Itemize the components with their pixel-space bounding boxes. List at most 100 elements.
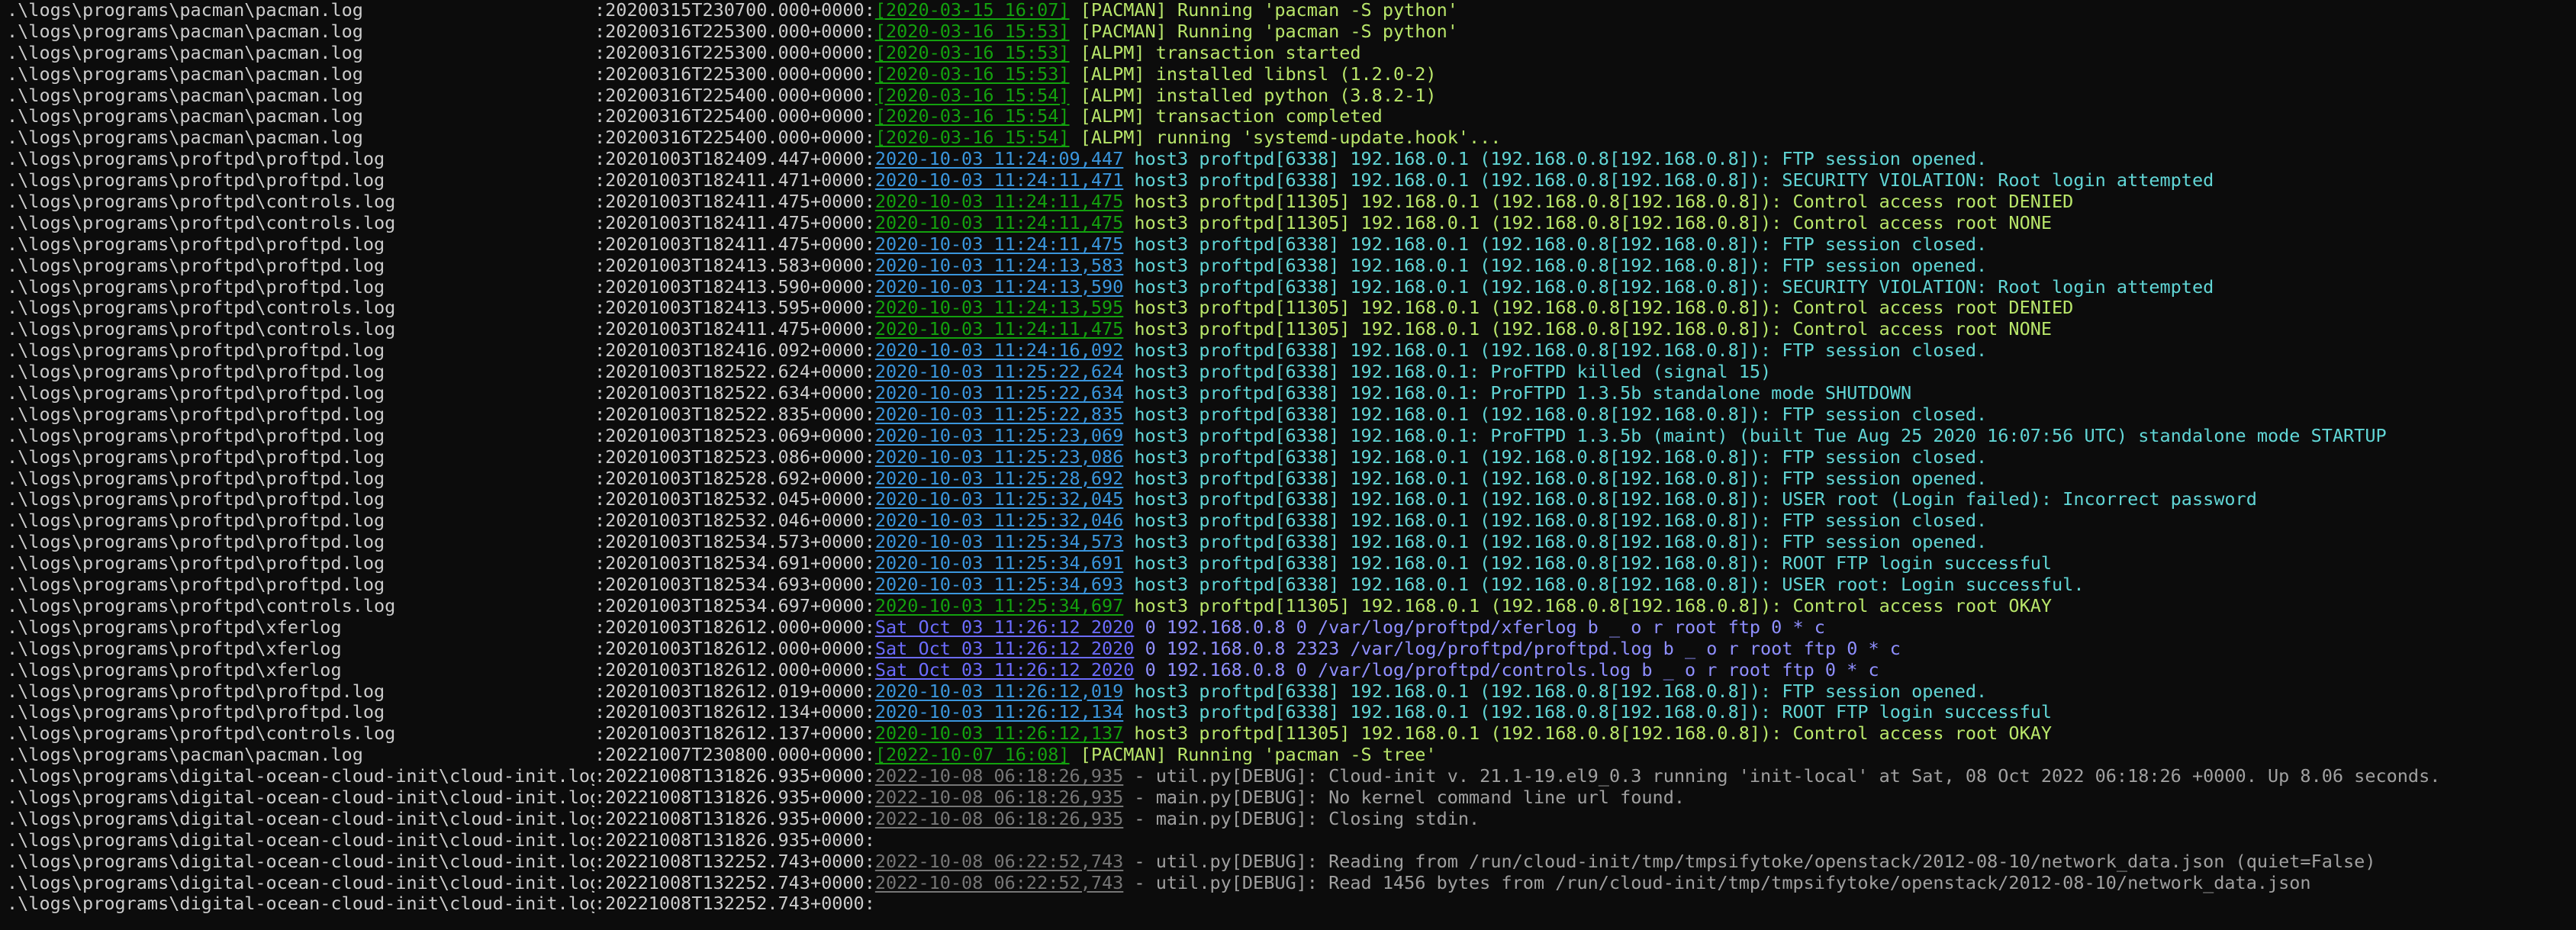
log-message: host3 proftpd[6338] 192.168.0.1 (192.168…: [1123, 255, 1988, 276]
log-entry-date: 2020-10-03 11:25:32,045: [874, 489, 1124, 510]
log-entry-date: [2020-03-16 15:54]: [874, 127, 1070, 149]
log-line: .\logs\programs\proftpd\xferlog :20201003…: [7, 639, 2576, 660]
log-message: host3 proftpd[6338] 192.168.0.1 (192.168…: [1123, 510, 1988, 532]
log-timestamp: :20221008T131826.935+0000:: [594, 808, 875, 829]
log-message: host3 proftpd[6338] 192.168.0.1: ProFTPD…: [1123, 383, 1912, 404]
log-timestamp: :20201003T182534.697+0000:: [594, 595, 875, 616]
log-line: .\logs\programs\pacman\pacman.log :202003…: [7, 127, 2576, 149]
log-line: .\logs\programs\proftpd\controls.log:202…: [7, 319, 2576, 340]
log-line: .\logs\programs\proftpd\controls.log:202…: [7, 191, 2576, 213]
log-message: 0 192.168.0.8 0 /var/log/proftpd/control…: [1134, 659, 1879, 681]
log-file-path: .\logs\programs\pacman\pacman.log: [7, 63, 363, 85]
log-timestamp: :20200316T225300.000+0000:: [594, 63, 875, 85]
log-file-path: .\logs\programs\proftpd\xferlog: [7, 638, 342, 659]
log-timestamp: :20201003T182612.000+0000:: [594, 659, 875, 681]
log-message: host3 proftpd[6338] 192.168.0.1 (192.168…: [1123, 532, 1988, 553]
log-file-path: .\logs\programs\proftpd\proftpd.log: [7, 574, 385, 596]
log-line: .\logs\programs\digital-ocean-cloud-init…: [7, 851, 2576, 873]
log-entry-date: 2020-10-03 11:26:12,137: [874, 723, 1124, 745]
log-message: host3 proftpd[6338] 192.168.0.1 (192.168…: [1123, 404, 1988, 425]
log-message: host3 proftpd[6338] 192.168.0.1 (192.168…: [1123, 468, 1988, 489]
log-entry-date: 2020-10-03 11:24:11,475: [874, 319, 1124, 340]
log-message: host3 proftpd[11305] 192.168.0.1 (192.16…: [1123, 298, 2074, 319]
log-line: .\logs\programs\digital-ocean-cloud-init…: [7, 809, 2576, 830]
log-file-path: .\logs\programs\proftpd\xferlog: [7, 659, 342, 681]
log-file-path: .\logs\programs\proftpd\proftpd.log: [7, 383, 385, 404]
log-entry-date: 2020-10-03 11:25:22,835: [874, 404, 1124, 425]
log-timestamp: :20221008T131826.935+0000:: [594, 766, 875, 787]
log-timestamp: :20221008T132252.743+0000:: [594, 851, 875, 872]
log-line: .\logs\programs\pacman\pacman.log:202003…: [7, 0, 2576, 21]
log-message: host3 proftpd[11305] 192.168.0.1 (192.16…: [1123, 319, 2053, 340]
log-line: .\logs\programs\proftpd\proftpd.log:2020…: [7, 574, 2576, 596]
log-message: host3 proftpd[11305] 192.168.0.1 (192.16…: [1123, 212, 2053, 233]
log-file-path: .\logs\programs\proftpd\proftpd.log: [7, 255, 385, 276]
log-file-path: .\logs\programs\digital-ocean-cloud-init…: [7, 766, 594, 787]
log-entry-date: 2022-10-08 06:18:26,935: [874, 766, 1124, 787]
log-timestamp: :20221008T131826.935+0000:: [594, 787, 875, 808]
log-line: .\logs\programs\pacman\pacman.log:202003…: [7, 106, 2576, 127]
log-file-path: .\logs\programs\pacman\pacman.log: [7, 745, 363, 766]
log-timestamp: :20200316T225400.000+0000:: [594, 85, 875, 106]
log-timestamp: :20200316T225300.000+0000:: [594, 42, 875, 63]
log-entry-date: 2020-10-03 11:25:34,691: [874, 553, 1124, 574]
log-timestamp: :20221007T230800.000+0000:: [594, 745, 875, 766]
log-message: - main.py[DEBUG]: Closing stdin.: [1123, 808, 1480, 829]
log-timestamp: :20200316T225400.000+0000:: [594, 127, 875, 149]
log-timestamp: :20201003T182522.835+0000:: [594, 404, 875, 425]
log-line: .\logs\programs\proftpd\proftpd.log:2020…: [7, 681, 2576, 703]
log-entry-date: 2020-10-03 11:26:12,019: [874, 681, 1124, 702]
log-file-path: .\logs\programs\proftpd\controls.log: [7, 723, 396, 745]
log-line: .\logs\programs\proftpd\proftpd.log:2020…: [7, 468, 2576, 490]
log-file-path: .\logs\programs\proftpd\proftpd.log: [7, 276, 385, 298]
log-entry-date: 2022-10-08 06:18:26,935: [874, 787, 1124, 808]
log-line: .\logs\programs\proftpd\proftpd.log:2020…: [7, 426, 2576, 447]
log-timestamp: :20221008T132252.743+0000:: [594, 872, 875, 893]
log-entry-date: [2020-03-16 15:53]: [874, 63, 1070, 85]
terminal-output[interactable]: .\logs\programs\pacman\pacman.log :202003…: [0, 0, 2576, 930]
log-message: [ALPM] running 'systemd-update.hook'...: [1069, 127, 1502, 149]
log-timestamp: :20201003T182413.583+0000:: [594, 255, 875, 276]
log-timestamp: :20200316T225300.000+0000:: [594, 21, 875, 42]
log-entry-date: 2020-10-03 11:25:32,046: [874, 510, 1124, 532]
log-entry-date: 2020-10-03 11:24:13,590: [874, 276, 1124, 298]
log-timestamp: :20201003T182411.471+0000:: [594, 170, 875, 191]
log-line: .\logs\programs\pacman\pacman.log :202003…: [7, 64, 2576, 85]
log-file-path: .\logs\programs\proftpd\proftpd.log: [7, 362, 385, 383]
log-timestamp: :20201003T182612.000+0000:: [594, 638, 875, 659]
log-line: .\logs\programs\proftpd\proftpd.log :2020…: [7, 170, 2576, 191]
log-timestamp: :20201003T182413.595+0000:: [594, 298, 875, 319]
log-entry-date: 2020-10-03 11:24:13,583: [874, 255, 1124, 276]
log-message: host3 proftpd[6338] 192.168.0.1 (192.168…: [1123, 340, 1988, 362]
log-file-path: .\logs\programs\proftpd\proftpd.log: [7, 340, 385, 362]
log-line: .\logs\programs\pacman\pacman.log :202003…: [7, 21, 2576, 43]
log-entry-date: [2020-03-16 15:54]: [874, 85, 1070, 106]
log-file-path: .\logs\programs\pacman\pacman.log: [7, 42, 363, 63]
log-timestamp: :20201003T182411.475+0000:: [594, 233, 875, 255]
log-entry-date: 2020-10-03 11:26:12,134: [874, 702, 1124, 723]
log-file-path: .\logs\programs\pacman\pacman.log: [7, 127, 363, 149]
log-entry-date: 2022-10-08 06:18:26,935: [874, 808, 1124, 829]
log-message: host3 proftpd[6338] 192.168.0.1 (192.168…: [1123, 233, 1988, 255]
log-line: .\logs\programs\proftpd\proftpd.log:2020…: [7, 404, 2576, 426]
log-message: 0 192.168.0.8 2323 /var/log/proftpd/prof…: [1134, 638, 1901, 659]
log-line: .\logs\programs\proftpd\proftpd.log:2020…: [7, 489, 2576, 510]
log-file-path: .\logs\programs\proftpd\proftpd.log: [7, 170, 385, 191]
log-entry-date: 2020-10-03 11:24:11,475: [874, 212, 1124, 233]
log-file-path: .\logs\programs\proftpd\proftpd.log: [7, 553, 385, 574]
log-entry-date: 2020-10-03 11:25:22,634: [874, 383, 1124, 404]
log-timestamp: :20201003T182523.086+0000:: [594, 446, 875, 468]
log-file-path: .\logs\programs\pacman\pacman.log: [7, 21, 363, 42]
log-entry-date: [2020-03-16 15:53]: [874, 42, 1070, 63]
log-line: .\logs\programs\pacman\pacman.log :202210…: [7, 745, 2576, 766]
log-timestamp: :20201003T182409.447+0000:: [594, 149, 875, 170]
log-timestamp: :20201003T182534.691+0000:: [594, 553, 875, 574]
log-message: [ALPM] transaction started: [1069, 42, 1361, 63]
log-message: - util.py[DEBUG]: Cloud-init v. 21.1-19.…: [1123, 766, 2441, 787]
log-file-path: .\logs\programs\proftpd\controls.log: [7, 212, 396, 233]
log-file-path: .\logs\programs\digital-ocean-cloud-init…: [7, 808, 594, 829]
log-file-path: .\logs\programs\proftpd\proftpd.log: [7, 446, 385, 468]
log-message: 0 192.168.0.8 0 /var/log/proftpd/xferlog…: [1134, 616, 1825, 638]
log-timestamp: :20201003T182532.046+0000:: [594, 510, 875, 532]
log-line: .\logs\programs\proftpd\proftpd.log:2020…: [7, 149, 2576, 170]
